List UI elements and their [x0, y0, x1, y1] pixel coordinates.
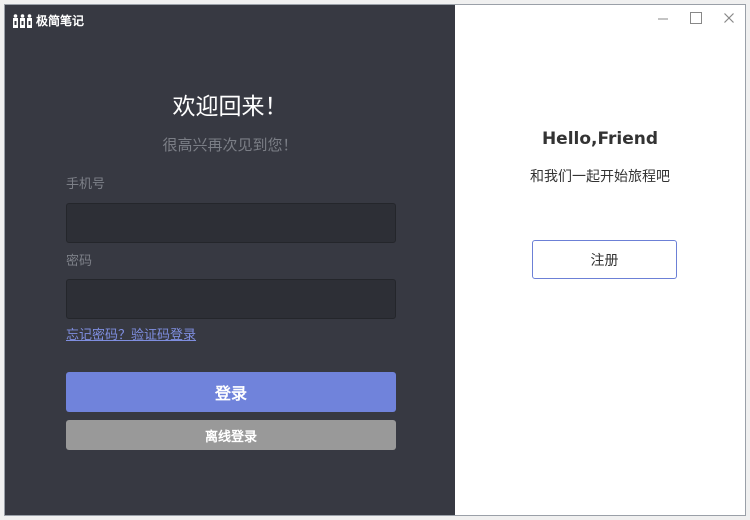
maximize-button[interactable]	[679, 5, 712, 31]
minimize-icon	[657, 18, 668, 20]
close-icon	[723, 13, 734, 23]
welcome-subtitle: 很高兴再次见到您！	[162, 136, 298, 154]
phone-label: 手机号	[66, 177, 106, 192]
greeting-subtitle: 和我们一起开始旅程吧	[530, 169, 670, 185]
forgot-password-link[interactable]: 忘记密码？	[66, 328, 131, 343]
signup-panel: Hello,Friend 和我们一起开始旅程吧 注册	[455, 5, 745, 515]
welcome-title: 欢迎回来！	[172, 94, 288, 120]
minimize-button[interactable]	[646, 5, 679, 31]
close-button[interactable]	[712, 5, 745, 31]
password-label: 密码	[66, 254, 93, 269]
phone-input[interactable]	[66, 203, 396, 243]
window-controls	[646, 5, 745, 31]
auth-links: 忘记密码？验证码登录	[66, 327, 196, 345]
offline-login-button[interactable]: 离线登录	[66, 420, 396, 450]
maximize-icon	[689, 12, 702, 24]
login-button[interactable]: 登录	[66, 372, 396, 412]
notebook-logo-icon	[13, 14, 32, 28]
sms-login-link[interactable]: 验证码登录	[131, 328, 196, 343]
app-brand: 极简笔记	[13, 12, 84, 30]
register-button[interactable]: 注册	[532, 240, 677, 279]
greeting-title: Hello,Friend	[541, 129, 659, 149]
app-window: 极简笔记 欢迎回来！ 很高兴再次见到您！ 手机号 密码 忘记密码？验证码登录 登…	[4, 4, 746, 516]
login-panel: 极简笔记 欢迎回来！ 很高兴再次见到您！ 手机号 密码 忘记密码？验证码登录 登…	[5, 5, 455, 515]
password-input[interactable]	[66, 279, 396, 319]
app-name: 极简笔记	[36, 14, 85, 28]
